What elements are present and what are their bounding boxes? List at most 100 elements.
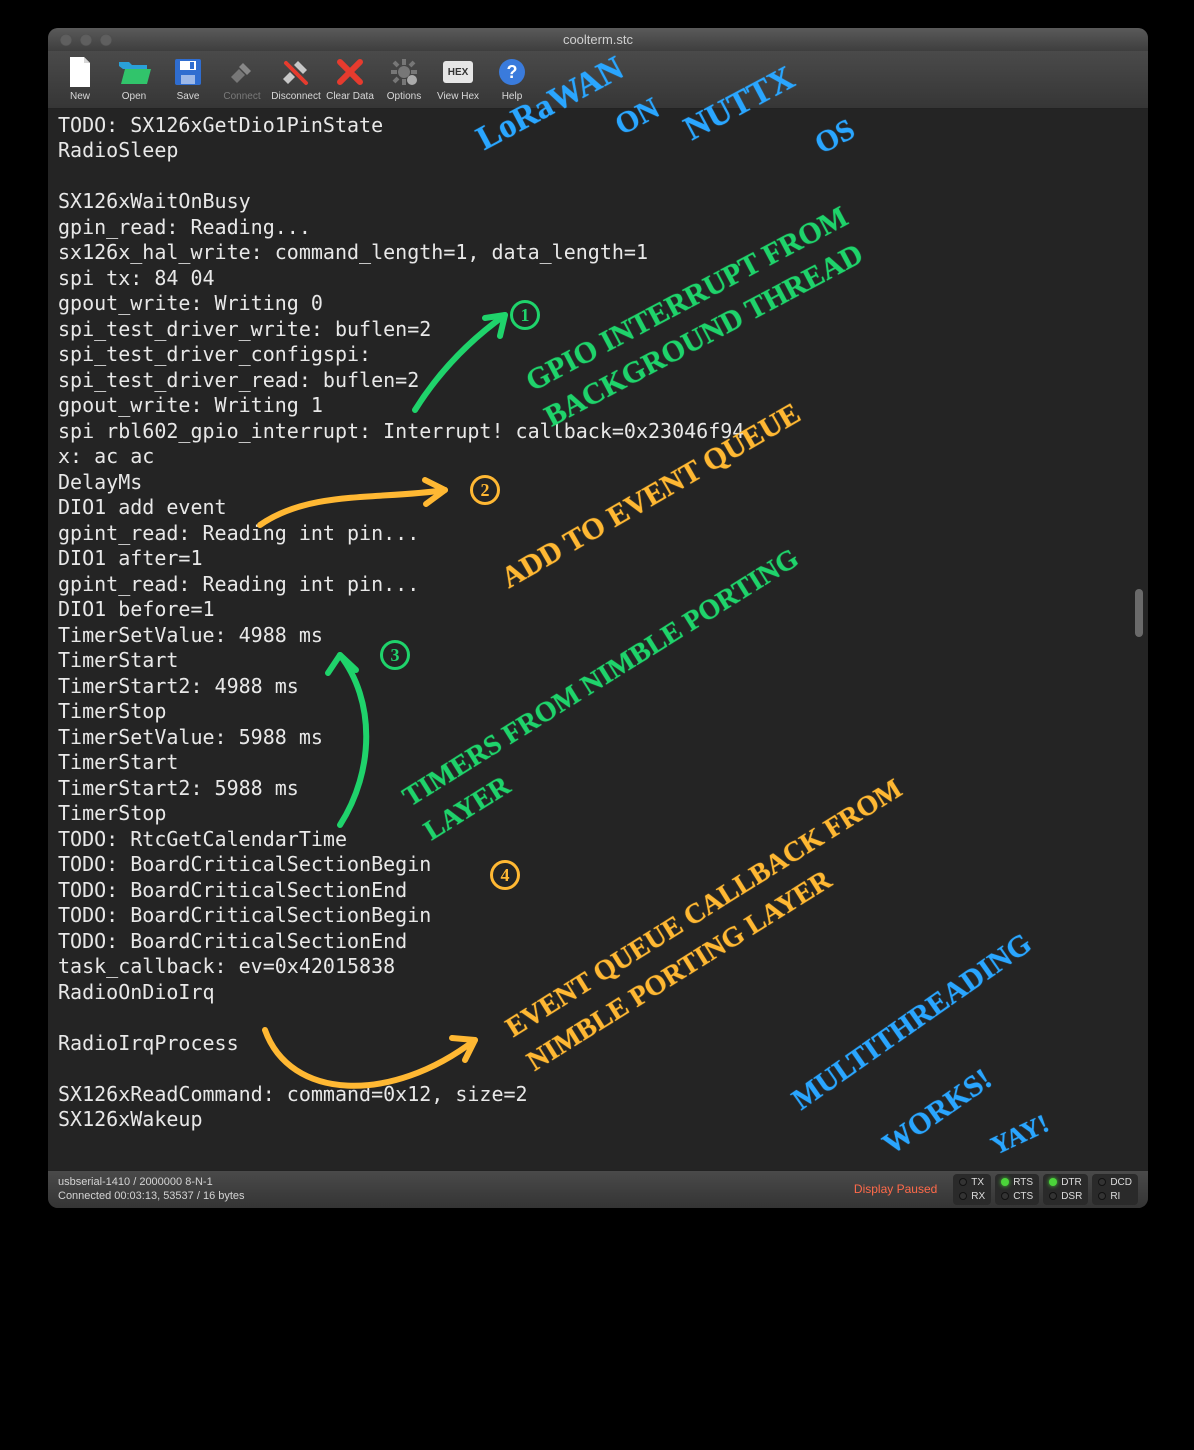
x-clear-icon xyxy=(333,55,367,89)
terminal-line: RadioSleep xyxy=(58,138,1138,164)
rx-label: RX xyxy=(971,1191,985,1202)
folder-open-icon xyxy=(117,55,151,89)
terminal-line: DIO1 add event xyxy=(58,495,1138,521)
terminal-line: spi rbl602_gpio_interrupt: Interrupt! ca… xyxy=(58,419,1138,445)
terminal-line: DelayMs xyxy=(58,470,1138,496)
terminal-line xyxy=(58,164,1138,190)
viewhex-label: View Hex xyxy=(437,91,479,102)
hex-icon: HEX xyxy=(441,55,475,89)
terminal-line: DIO1 after=1 xyxy=(58,546,1138,572)
gear-icon xyxy=(387,55,421,89)
terminal-line: RadioIrqProcess xyxy=(58,1031,1138,1057)
terminal-line: sx126x_hal_write: command_length=1, data… xyxy=(58,240,1138,266)
minimize-window-button[interactable] xyxy=(80,34,92,46)
clear-label: Clear Data xyxy=(326,91,374,102)
connection-stats: Connected 00:03:13, 53537 / 16 bytes xyxy=(58,1189,245,1203)
new-label: New xyxy=(70,91,90,102)
zoom-window-button[interactable] xyxy=(100,34,112,46)
terminal-line: TimerSetValue: 4988 ms xyxy=(58,623,1138,649)
terminal-line xyxy=(58,1056,1138,1082)
open-button[interactable]: Open xyxy=(108,55,160,102)
terminal-line: DIO1 before=1 xyxy=(58,597,1138,623)
scrollbar[interactable] xyxy=(1132,109,1146,1170)
connect-label: Connect xyxy=(223,91,260,102)
connection-info: usbserial-1410 / 2000000 8-N-1 Connected… xyxy=(58,1175,245,1203)
led-dcd xyxy=(1098,1178,1106,1186)
terminal-line: TimerStart xyxy=(58,750,1138,776)
terminal-line: task_callback: ev=0x42015838 xyxy=(58,954,1138,980)
terminal-line: SX126xReadCommand: command=0x12, size=2 xyxy=(58,1082,1138,1108)
app-window: coolterm.stc New Open Save Connect xyxy=(48,28,1148,1208)
led-rx xyxy=(959,1192,967,1200)
cts-label: CTS xyxy=(1013,1191,1033,1202)
window-title: coolterm.stc xyxy=(48,32,1148,47)
terminal-line: TODO: RtcGetCalendarTime xyxy=(58,827,1138,853)
led-cts xyxy=(1001,1192,1009,1200)
terminal-line: TODO: SX126xGetDio1PinState xyxy=(58,113,1138,139)
new-file-icon xyxy=(63,55,97,89)
led-rts xyxy=(1001,1178,1009,1186)
terminal-line: SX126xWakeup xyxy=(58,1107,1138,1133)
ri-label: RI xyxy=(1110,1191,1120,1202)
terminal-line: spi_test_driver_write: buflen=2 xyxy=(58,317,1138,343)
led-tx xyxy=(959,1178,967,1186)
disconnect-label: Disconnect xyxy=(271,91,320,102)
terminal-line: RadioOnDioIrq xyxy=(58,980,1138,1006)
display-paused-label: Display Paused xyxy=(854,1182,937,1196)
plug-disconnect-icon xyxy=(279,55,313,89)
dsr-label: DSR xyxy=(1061,1191,1082,1202)
window-controls xyxy=(48,34,112,46)
terminal-line: TimerStart xyxy=(58,648,1138,674)
rts-label: RTS xyxy=(1013,1177,1033,1188)
terminal-line: TODO: BoardCriticalSectionBegin xyxy=(58,903,1138,929)
terminal-line: x: ac ac xyxy=(58,444,1138,470)
terminal-line xyxy=(58,1005,1138,1031)
save-button[interactable]: Save xyxy=(162,55,214,102)
terminal-line: gpout_write: Writing 1 xyxy=(58,393,1138,419)
terminal-line: spi_test_driver_read: buflen=2 xyxy=(58,368,1138,394)
terminal-line: SX126xWaitOnBusy xyxy=(58,189,1138,215)
open-label: Open xyxy=(122,91,146,102)
terminal-line: TODO: BoardCriticalSectionEnd xyxy=(58,878,1138,904)
terminal-line: TODO: BoardCriticalSectionBegin xyxy=(58,852,1138,878)
close-window-button[interactable] xyxy=(60,34,72,46)
terminal-line: gpout_write: Writing 0 xyxy=(58,291,1138,317)
view-hex-button[interactable]: HEX View Hex xyxy=(432,55,484,102)
serial-leds: TX RX RTS CTS DTR DSR DCD RI xyxy=(953,1174,1138,1205)
options-label: Options xyxy=(387,91,421,102)
led-ri xyxy=(1098,1192,1106,1200)
port-config: usbserial-1410 / 2000000 8-N-1 xyxy=(58,1175,245,1189)
terminal-output[interactable]: TODO: SX126xGetDio1PinStateRadioSleep SX… xyxy=(48,109,1148,1170)
led-dsr xyxy=(1049,1192,1057,1200)
terminal-line: TimerStop xyxy=(58,699,1138,725)
terminal-line: TimerStop xyxy=(58,801,1138,827)
options-button[interactable]: Options xyxy=(378,55,430,102)
tx-label: TX xyxy=(971,1177,984,1188)
terminal-line: TODO: BoardCriticalSectionEnd xyxy=(58,929,1138,955)
led-dtr xyxy=(1049,1178,1057,1186)
terminal-line: gpint_read: Reading int pin... xyxy=(58,521,1138,547)
dtr-label: DTR xyxy=(1061,1177,1082,1188)
help-icon: ? xyxy=(495,55,529,89)
terminal-line: TimerStart2: 5988 ms xyxy=(58,776,1138,802)
terminal-line: TimerStart2: 4988 ms xyxy=(58,674,1138,700)
terminal-line: TimerSetValue: 5988 ms xyxy=(58,725,1138,751)
terminal-line: spi tx: 84 04 xyxy=(58,266,1138,292)
help-button[interactable]: ? Help xyxy=(486,55,538,102)
new-button[interactable]: New xyxy=(54,55,106,102)
clear-data-button[interactable]: Clear Data xyxy=(324,55,376,102)
dcd-label: DCD xyxy=(1110,1177,1132,1188)
connect-button[interactable]: Connect xyxy=(216,55,268,102)
toolbar: New Open Save Connect Disconnect xyxy=(48,51,1148,109)
disconnect-button[interactable]: Disconnect xyxy=(270,55,322,102)
status-bar: usbserial-1410 / 2000000 8-N-1 Connected… xyxy=(48,1170,1148,1208)
titlebar: coolterm.stc xyxy=(48,28,1148,51)
floppy-disk-icon xyxy=(171,55,205,89)
svg-text:?: ? xyxy=(507,62,518,82)
scrollbar-thumb[interactable] xyxy=(1135,589,1143,637)
save-label: Save xyxy=(177,91,200,102)
terminal-line: spi_test_driver_configspi: xyxy=(58,342,1138,368)
terminal-line: gpin_read: Reading... xyxy=(58,215,1138,241)
terminal-line: gpint_read: Reading int pin... xyxy=(58,572,1138,598)
help-label: Help xyxy=(502,91,523,102)
